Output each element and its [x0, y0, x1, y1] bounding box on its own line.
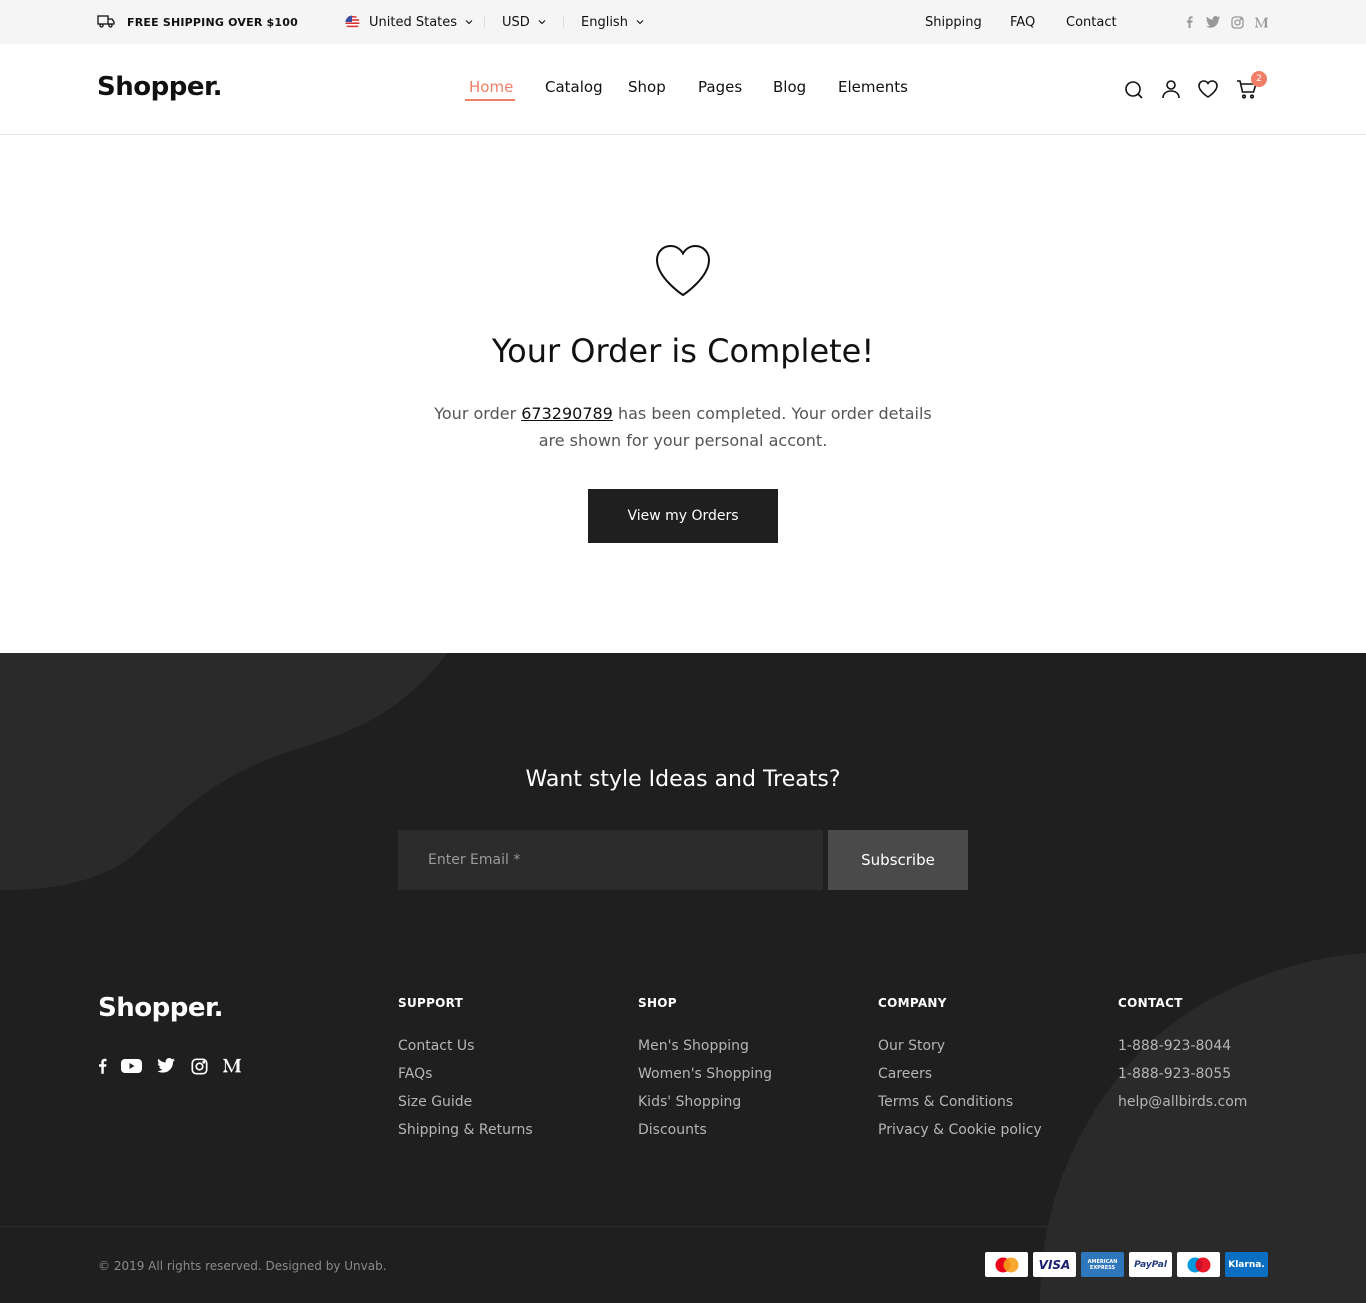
- contact-email[interactable]: help@allbirds.com: [1118, 1088, 1247, 1116]
- twitter-icon[interactable]: [1206, 0, 1220, 44]
- divider: [484, 16, 485, 28]
- toplink-contact[interactable]: Contact: [1066, 0, 1117, 44]
- top-bar: FREE SHIPPING OVER $100 United States US…: [0, 0, 1366, 44]
- us-flag-icon: [345, 15, 360, 30]
- newsletter-title: Want style Ideas and Treats?: [525, 767, 841, 792]
- nav-active-underline: [465, 99, 515, 101]
- amex-icon: AMERICAN EXPRESS: [1081, 1252, 1124, 1277]
- footer-link[interactable]: Careers: [878, 1060, 1042, 1088]
- twitter-icon[interactable]: [157, 1058, 175, 1077]
- free-shipping-promo: FREE SHIPPING OVER $100: [97, 0, 298, 44]
- country-label: United States: [369, 14, 458, 30]
- currency-selector[interactable]: USD: [502, 0, 546, 44]
- facebook-icon[interactable]: [1186, 0, 1193, 44]
- footer-link[interactable]: Privacy & Cookie policy: [878, 1116, 1042, 1144]
- order-confirmation-text: Your order 673290789 has been completed.…: [433, 400, 933, 454]
- footer-column-contact: CONTACT 1-888-923-8044 1-888-923-8055 he…: [1118, 996, 1247, 1116]
- paypal-icon: PayPal: [1129, 1252, 1172, 1277]
- toplink-shipping[interactable]: Shipping: [925, 0, 982, 44]
- country-selector[interactable]: United States: [345, 0, 473, 44]
- footer-link[interactable]: Kids' Shopping: [638, 1088, 772, 1116]
- truck-icon: [97, 14, 127, 31]
- column-title: COMPANY: [878, 996, 947, 1010]
- footer-link[interactable]: FAQs: [398, 1060, 533, 1088]
- currency-label: USD: [502, 14, 530, 30]
- footer-logo[interactable]: Shopper.: [98, 993, 223, 1023]
- visa-icon: VISA: [1033, 1252, 1076, 1277]
- email-input[interactable]: [398, 830, 823, 890]
- medium-icon[interactable]: [1255, 0, 1268, 44]
- footer-column-shop: SHOP Men's Shopping Women's Shopping Kid…: [638, 996, 772, 1144]
- footer-link[interactable]: Women's Shopping: [638, 1060, 772, 1088]
- footer-link[interactable]: Discounts: [638, 1116, 772, 1144]
- nav-blog[interactable]: Blog: [773, 78, 806, 96]
- facebook-icon[interactable]: [98, 1058, 107, 1078]
- user-icon[interactable]: [1160, 78, 1182, 100]
- toplink-faq[interactable]: FAQ: [1010, 0, 1035, 44]
- divider: [563, 16, 564, 28]
- footer-link[interactable]: Size Guide: [398, 1088, 533, 1116]
- klarna-icon: Klarna.: [1225, 1252, 1268, 1277]
- copyright-text: © 2019 All rights reserved. Designed by …: [98, 1259, 387, 1273]
- nav-catalog[interactable]: Catalog: [545, 78, 603, 96]
- nav-home[interactable]: Home: [469, 78, 513, 96]
- search-icon[interactable]: [1123, 78, 1145, 100]
- site-footer: Want style Ideas and Treats? Subscribe S…: [0, 653, 1366, 1303]
- subscribe-button[interactable]: Subscribe: [828, 830, 968, 890]
- language-label: English: [581, 14, 628, 30]
- heart-icon: [655, 244, 711, 302]
- column-title: CONTACT: [1118, 996, 1183, 1010]
- youtube-icon[interactable]: [121, 1058, 142, 1078]
- footer-divider: [0, 1226, 1366, 1227]
- footer-link[interactable]: Our Story: [878, 1032, 1042, 1060]
- instagram-icon[interactable]: [191, 1058, 208, 1079]
- contact-phone[interactable]: 1-888-923-8044: [1118, 1032, 1247, 1060]
- footer-column-company: COMPANY Our Story Careers Terms & Condit…: [878, 996, 1042, 1144]
- page-title: Your Order is Complete!: [491, 332, 875, 370]
- maestro-icon: [1177, 1252, 1220, 1277]
- nav-elements[interactable]: Elements: [838, 78, 908, 96]
- footer-link[interactable]: Contact Us: [398, 1032, 533, 1060]
- footer-link[interactable]: Men's Shopping: [638, 1032, 772, 1060]
- promo-text: FREE SHIPPING OVER $100: [127, 15, 298, 29]
- nav-shop[interactable]: Shop: [628, 78, 666, 96]
- order-text-before: Your order: [434, 404, 522, 423]
- footer-link[interactable]: Shipping & Returns: [398, 1116, 533, 1144]
- nav-pages[interactable]: Pages: [698, 78, 742, 96]
- view-orders-button[interactable]: View my Orders: [588, 489, 778, 543]
- cart-count-badge: 2: [1251, 71, 1267, 87]
- footer-column-support: SUPPORT Contact Us FAQs Size Guide Shipp…: [398, 996, 533, 1144]
- footer-link[interactable]: Terms & Conditions: [878, 1088, 1042, 1116]
- site-header: Shopper. Home Catalog Shop Pages Blog El…: [0, 44, 1366, 135]
- chevron-down-icon: [636, 20, 644, 25]
- medium-icon[interactable]: [223, 1058, 241, 1077]
- order-number-link[interactable]: 673290789: [521, 404, 613, 423]
- site-logo[interactable]: Shopper.: [97, 72, 222, 102]
- contact-phone[interactable]: 1-888-923-8055: [1118, 1060, 1247, 1088]
- mastercard-icon: [985, 1252, 1028, 1277]
- chevron-down-icon: [465, 20, 473, 25]
- language-selector[interactable]: English: [581, 0, 644, 44]
- chevron-down-icon: [538, 20, 546, 25]
- wishlist-heart-icon[interactable]: [1197, 78, 1219, 100]
- column-title: SHOP: [638, 996, 677, 1010]
- column-title: SUPPORT: [398, 996, 464, 1010]
- instagram-icon[interactable]: [1231, 0, 1244, 44]
